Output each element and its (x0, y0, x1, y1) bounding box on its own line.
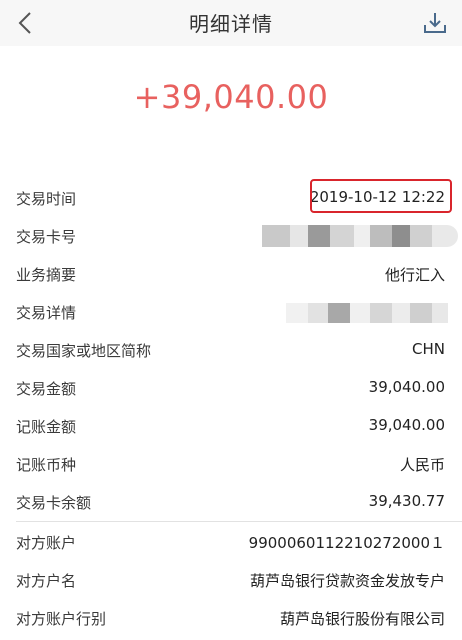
country-label: 交易国家或地区简称 (16, 342, 152, 360)
currency-value: 人民币 (399, 456, 445, 474)
row-counterparty-name: 对方户名 葫芦岛银行贷款资金发放专户 (0, 561, 462, 599)
summary-value: 他行汇入 (384, 266, 445, 284)
row-book-amount: 记账金额 39,040.00 (0, 407, 462, 445)
row-currency: 记账币种 人民币 (0, 445, 462, 483)
currency-label: 记账币种 (16, 456, 77, 474)
transaction-detail-masked (286, 303, 448, 323)
card-number-masked (262, 225, 458, 247)
counterparty-bank-label: 对方账户行别 (16, 610, 107, 628)
row-counterparty-account: 对方账户 9900060112210272000１ (0, 523, 462, 561)
counterparty-name-value: 葫芦岛银行贷款资金发放专户 (249, 572, 445, 590)
card-balance-value: 39,430.77 (368, 492, 445, 510)
card-number-label: 交易卡号 (16, 228, 77, 246)
country-value: CHN (412, 340, 445, 358)
book-amount-label: 记账金额 (16, 418, 77, 436)
section-divider (16, 521, 462, 522)
nav-bar: 明细详情 (0, 0, 462, 46)
row-transaction-detail: 交易详情 (0, 293, 462, 331)
highlight-box (310, 179, 452, 213)
download-icon[interactable] (422, 10, 448, 36)
transaction-amount: +39,040.00 (133, 78, 329, 116)
transaction-time-label: 交易时间 (16, 190, 77, 208)
row-country: 交易国家或地区简称 CHN (0, 331, 462, 369)
row-summary: 业务摘要 他行汇入 (0, 255, 462, 293)
trade-amount-value: 39,040.00 (368, 378, 445, 396)
transaction-detail-label: 交易详情 (16, 304, 77, 322)
row-card-number: 交易卡号 (0, 217, 462, 255)
counterparty-account-value: 9900060112210272000１ (248, 534, 445, 552)
row-card-balance: 交易卡余额 39,430.77 (0, 483, 462, 521)
book-amount-value: 39,040.00 (368, 416, 445, 434)
counterparty-account-label: 对方账户 (16, 534, 77, 552)
counterparty-bank-value: 葫芦岛银行股份有限公司 (279, 610, 445, 628)
summary-label: 业务摘要 (16, 266, 77, 284)
row-counterparty-bank: 对方账户行别 葫芦岛银行股份有限公司 (0, 599, 462, 637)
page-title: 明细详情 (189, 12, 273, 36)
trade-amount-label: 交易金额 (16, 380, 77, 398)
row-trade-amount: 交易金额 39,040.00 (0, 369, 462, 407)
counterparty-name-label: 对方户名 (16, 572, 77, 590)
card-balance-label: 交易卡余额 (16, 494, 92, 512)
